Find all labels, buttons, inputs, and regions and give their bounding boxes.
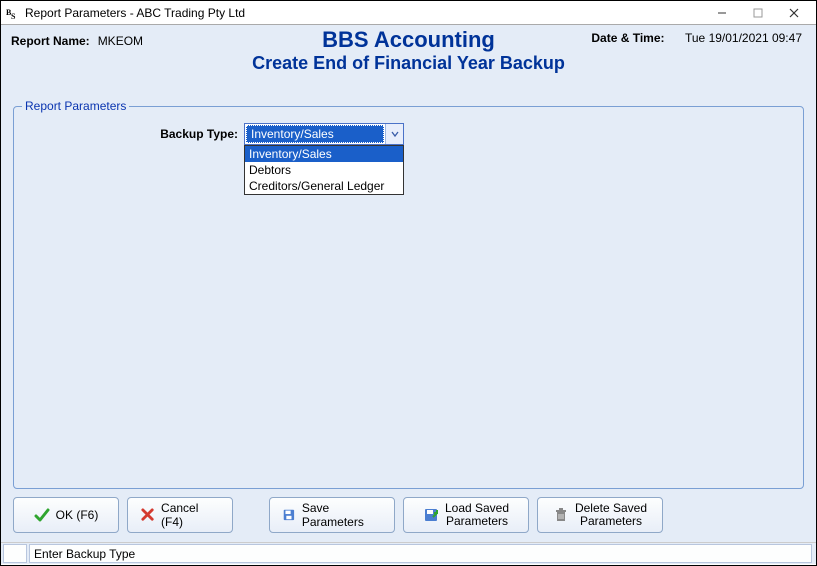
backup-type-label: Backup Type: [22, 127, 244, 141]
fieldset-legend: Report Parameters [22, 99, 129, 113]
svg-text:S: S [11, 12, 16, 21]
app-icon: BS [5, 5, 21, 21]
app-subtitle: Create End of Financial Year Backup [1, 53, 816, 74]
status-cell-left [3, 544, 27, 563]
report-name-value: MKEOM [98, 34, 143, 48]
trash-icon [553, 507, 569, 523]
ok-button[interactable]: OK (F6) [13, 497, 119, 533]
window-title: Report Parameters - ABC Trading Pty Ltd [25, 6, 245, 20]
datetime-row: Date & Time: Tue 19/01/2021 09:47 [591, 31, 802, 45]
report-name-label: Report Name: [11, 34, 90, 48]
dropdown-option[interactable]: Creditors/General Ledger [245, 178, 403, 194]
ok-button-label: OK (F6) [56, 508, 99, 522]
minimize-button[interactable] [704, 2, 740, 24]
backup-type-value: Inventory/Sales [246, 125, 384, 143]
datetime-value: Tue 19/01/2021 09:47 [685, 31, 802, 45]
statusbar: Enter Backup Type [1, 542, 816, 564]
check-icon [34, 507, 50, 523]
load-saved-parameters-label: Load SavedParameters [445, 502, 509, 528]
content-area: Report Name: MKEOM BBS Accounting Create… [1, 25, 816, 542]
delete-saved-parameters-button[interactable]: Delete SavedParameters [537, 497, 663, 533]
dropdown-option[interactable]: Inventory/Sales [245, 146, 403, 162]
backup-type-combobox[interactable]: Inventory/Sales Inventory/Sales Debtors … [244, 123, 404, 145]
report-parameters-fieldset: Report Parameters Backup Type: Inventory… [13, 99, 804, 489]
backup-type-row: Backup Type: Inventory/Sales Inventory/S… [22, 123, 795, 145]
save-parameters-button[interactable]: Save Parameters [269, 497, 395, 533]
cross-icon [140, 507, 155, 523]
status-text: Enter Backup Type [29, 544, 812, 563]
backup-type-dropdown: Inventory/Sales Debtors Creditors/Genera… [244, 145, 404, 195]
combobox-dropdown-button[interactable] [385, 124, 403, 144]
save-icon [282, 507, 296, 523]
close-button[interactable] [776, 2, 812, 24]
button-row: OK (F6) Cancel (F4) Save Parameters Load… [11, 497, 806, 533]
dropdown-option[interactable]: Debtors [245, 162, 403, 178]
datetime-label: Date & Time: [591, 31, 664, 45]
load-icon [423, 507, 439, 523]
load-saved-parameters-button[interactable]: Load SavedParameters [403, 497, 529, 533]
maximize-button[interactable] [740, 2, 776, 24]
save-parameters-label: Save Parameters [302, 501, 382, 529]
cancel-button[interactable]: Cancel (F4) [127, 497, 233, 533]
window-titlebar: BS Report Parameters - ABC Trading Pty L… [1, 1, 816, 25]
cancel-button-label: Cancel (F4) [161, 501, 220, 529]
delete-saved-parameters-label: Delete SavedParameters [575, 502, 647, 528]
